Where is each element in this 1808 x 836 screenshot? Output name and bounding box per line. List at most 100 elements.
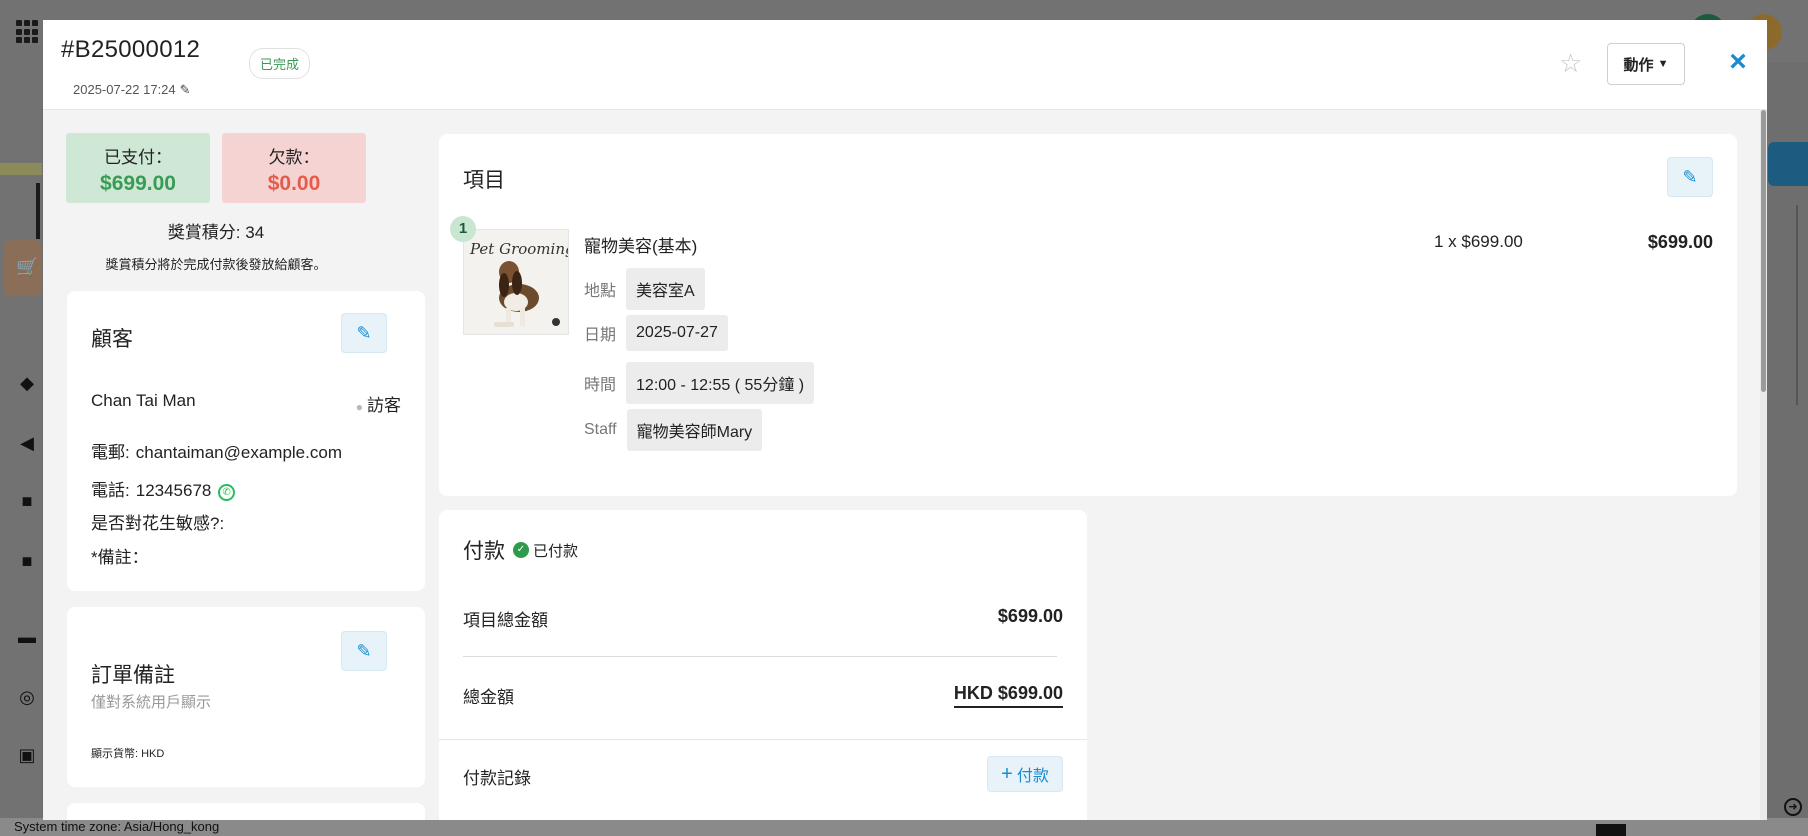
payment-records-divider [439, 739, 1087, 740]
customer-email-row: 電郵: chantaiman@example.com [91, 438, 342, 463]
order-id: #B25000012 [61, 36, 201, 63]
date-value: 2025-07-27 [626, 315, 728, 351]
staff-label: Staff [584, 421, 617, 438]
add-payment-button[interactable]: + 付款 [987, 756, 1063, 792]
background-highlight [0, 163, 42, 175]
item-thumbnail: Pet Grooming [463, 229, 569, 335]
paid-summary: 已支付： $699.00 [66, 133, 210, 203]
item-total: $699.00 [1647, 232, 1713, 252]
due-amount: $0.00 [267, 172, 321, 195]
additional-card [67, 803, 425, 820]
background-button [1768, 142, 1808, 186]
edit-date-pencil-icon[interactable]: ✎ [180, 82, 191, 98]
customer-email: chantaiman@example.com [135, 443, 342, 462]
customer-type-label: 訪客 [367, 396, 401, 415]
check-circle-icon: ✓ [513, 542, 529, 558]
apps-grid-icon [16, 20, 40, 44]
timezone-text: System time zone: Asia/Hong_kong [14, 819, 220, 834]
allergy-label: 是否對花生敏感?: [91, 514, 225, 533]
tag-icon: ◆ [20, 373, 34, 393]
gallery-icon: ▣ [18, 745, 36, 765]
customer-phone: 12345678 [135, 481, 212, 500]
paid-amount: $699.00 [100, 172, 176, 195]
cart-icon: 🛒 [16, 257, 39, 277]
pencil-icon: ✎ [356, 322, 372, 343]
order-note-card: 訂單備註 ✎ 僅對系統用戶顯示 顯示貨幣: HKD [67, 607, 425, 787]
background-divider [36, 183, 40, 239]
add-payment-label: 付款 [1016, 768, 1049, 785]
person-icon: ● [355, 400, 363, 414]
paid-label: 已支付： [104, 148, 172, 167]
date-label: 日期 [584, 327, 617, 344]
background-scrollbar [1796, 205, 1798, 405]
order-note-subtitle: 僅對系統用戶顯示 [91, 694, 212, 711]
edit-note-button[interactable]: ✎ [341, 631, 387, 671]
time-label: 時間 [584, 377, 617, 394]
action-button-label: 動作 [1623, 56, 1654, 74]
customer-title: 顧客 [91, 328, 133, 351]
reward-points: 獎賞積分: 34 [167, 223, 265, 242]
location-value: 美容室A [626, 268, 705, 310]
star-icon[interactable]: ☆ [1559, 50, 1582, 76]
order-note-title: 訂單備註 [91, 664, 175, 687]
customer-type: ● 訪客 [356, 391, 401, 416]
staff-value: 寵物美容師Mary [626, 409, 763, 451]
item-thumb-text: Pet Grooming [469, 240, 569, 258]
payment-status: 已付款 [533, 542, 579, 560]
arrow-right-icon: ➜ [1784, 798, 1802, 816]
payment-divider [463, 656, 1057, 657]
status-badge: 已完成 [249, 48, 311, 79]
order-modal: #B25000012 2025-07-22 17:24 ✎ 已完成 ☆ 動作 ▼ … [43, 20, 1767, 820]
total-row: 總金額 HKD $699.00 [463, 683, 1063, 708]
reward-points-note: 獎賞積分將於完成付款後發放給顧客。 [105, 257, 327, 272]
location-label: 地點 [584, 283, 617, 300]
due-summary: 欠款： $0.00 [222, 133, 366, 203]
items-title: 項目 [463, 169, 505, 192]
edit-customer-button[interactable]: ✎ [341, 313, 387, 353]
background-block [1596, 824, 1626, 836]
phone-label: 電話: [91, 481, 130, 500]
total-amount: HKD $699.00 [953, 683, 1063, 708]
plus-icon: + [1001, 762, 1013, 785]
display-currency: 顯示貨幣: HKD [91, 748, 165, 760]
order-date: 2025-07-22 17:24 ✎ [73, 82, 191, 98]
megaphone-icon: ◀ [20, 433, 34, 453]
customer-phone-row: 電話: 12345678 ✆ [91, 476, 236, 501]
close-icon[interactable]: × [1723, 47, 1753, 78]
pencil-icon: ✎ [356, 640, 372, 661]
payment-records-row: 付款記錄 [463, 764, 1063, 789]
items-card: 項目 ✎ 1 Pet Grooming 寵物美容(基本) 1 x $699.00… [439, 134, 1737, 496]
whatsapp-icon[interactable]: ✆ [218, 484, 236, 501]
payment-card: 付款 ✓ 已付款 項目總金額 $699.00 總金額 HKD $699.00 付… [439, 510, 1087, 820]
payment-records-label: 付款記錄 [463, 769, 531, 788]
customer-name: Chan Tai Man [91, 391, 196, 410]
item-location-row: 地點 美容室A [584, 268, 705, 310]
total-label: 總金額 [463, 688, 514, 707]
item-staff-row: Staff 寵物美容師Mary [584, 409, 763, 451]
subtotal-amount: $699.00 [997, 606, 1063, 626]
pencil-icon: ✎ [1682, 166, 1698, 187]
subtotal-label: 項目總金額 [463, 611, 548, 630]
dog-image-icon: Pet Grooming [464, 230, 569, 334]
item-name: 寵物美容(基本) [584, 237, 698, 256]
action-dropdown-button[interactable]: 動作 ▼ [1607, 43, 1685, 85]
item-quantity-price: 1 x $699.00 [1434, 232, 1523, 251]
payment-title-row: 付款 ✓ 已付款 [463, 535, 578, 565]
subtotal-row: 項目總金額 $699.00 [463, 606, 1063, 631]
due-label: 欠款： [268, 148, 320, 167]
modal-scroll-thumb[interactable] [1761, 110, 1766, 392]
wallet-icon: ▬ [18, 627, 36, 647]
caret-down-icon: ▼ [1657, 58, 1669, 70]
email-label: 電郵: [91, 443, 130, 462]
edit-items-button[interactable]: ✎ [1667, 157, 1713, 197]
blog-icon: ◎ [19, 687, 35, 707]
remark-label: *備註： [91, 548, 149, 567]
chat-icon: ■ [21, 491, 33, 511]
item-index-badge: 1 [450, 216, 476, 242]
comment-icon: ■ [21, 551, 33, 571]
item-time-row: 時間 12:00 - 12:55 ( 55分鐘 ) [584, 362, 815, 404]
modal-header: #B25000012 2025-07-22 17:24 ✎ 已完成 ☆ 動作 ▼ … [43, 20, 1767, 110]
item-date-row: 日期 2025-07-27 [584, 315, 728, 351]
time-value: 12:00 - 12:55 ( 55分鐘 ) [626, 362, 815, 404]
order-date-text: 2025-07-22 17:24 [73, 82, 176, 97]
